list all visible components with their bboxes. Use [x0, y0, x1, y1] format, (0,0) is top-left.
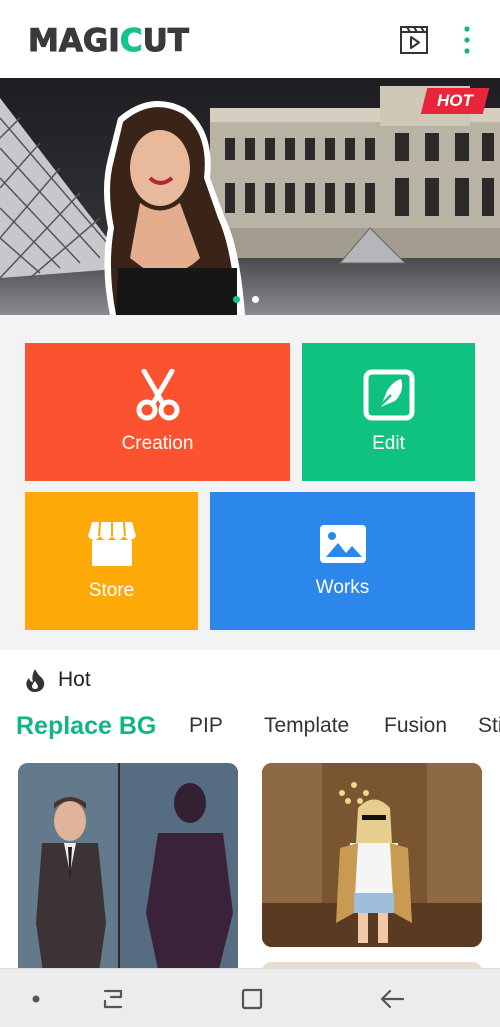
hot-badge-label: HOT — [437, 91, 473, 110]
dot-icon — [32, 995, 40, 1003]
recent-apps-button[interactable] — [99, 985, 127, 1013]
hot-card-replace-bg-1[interactable] — [18, 763, 238, 993]
hot-card-image — [262, 763, 482, 947]
app-logo: MAGI C UT — [28, 22, 190, 60]
tab-pip[interactable]: PIP — [189, 714, 223, 738]
category-tabs: Replace BG PIP Template Fusion Sti — [16, 714, 500, 750]
hot-section-title: Hot — [58, 668, 91, 691]
home-square-icon — [241, 988, 263, 1010]
logo-text-left: MAGI — [28, 23, 121, 60]
shop-icon — [87, 521, 136, 566]
promo-banner-carousel[interactable]: HOT — [0, 78, 500, 315]
feather-edit-icon — [363, 369, 414, 421]
app-screen: MAGI C UT HOT Creation Edit Store Works … — [0, 0, 500, 1027]
works-tile-button[interactable]: Works — [210, 492, 475, 630]
creation-label: Creation — [121, 433, 194, 454]
flame-icon — [26, 669, 45, 692]
image-gallery-icon — [319, 525, 366, 563]
video-clapper-icon — [400, 26, 428, 54]
nav-dot-button[interactable] — [22, 985, 50, 1013]
tab-replace-bg[interactable]: Replace BG — [16, 714, 156, 741]
hot-badge: HOT — [420, 88, 490, 114]
store-label: Store — [88, 580, 135, 601]
logo-text-accent: C — [119, 23, 143, 60]
hot-section-header: Hot — [24, 668, 91, 692]
recent-apps-icon — [103, 989, 123, 1009]
video-tutorial-button[interactable] — [398, 24, 430, 56]
system-navigation-bar — [0, 968, 500, 1027]
carousel-dot-2[interactable] — [252, 296, 259, 303]
top-app-bar: MAGI C UT — [0, 0, 500, 78]
edit-tile-button[interactable]: Edit — [302, 343, 475, 481]
store-tile-button[interactable]: Store — [25, 492, 198, 630]
creation-tile-button[interactable]: Creation — [25, 343, 290, 481]
back-arrow-icon — [380, 989, 405, 1009]
back-button[interactable] — [378, 985, 406, 1013]
more-vert-icon — [464, 26, 470, 54]
tab-sticker[interactable]: Sti — [478, 714, 500, 738]
tab-template[interactable]: Template — [264, 714, 349, 738]
scissors-icon — [136, 369, 179, 421]
tab-fusion[interactable]: Fusion — [384, 714, 447, 738]
hot-card-replace-bg-2[interactable] — [262, 763, 482, 947]
works-label: Works — [315, 577, 370, 598]
carousel-indicator — [233, 296, 259, 303]
logo-text-right: UT — [142, 23, 189, 60]
edit-label: Edit — [372, 433, 405, 454]
hot-card-image — [18, 763, 238, 993]
more-options-button[interactable] — [451, 24, 483, 56]
home-button[interactable] — [238, 985, 266, 1013]
carousel-dot-1[interactable] — [233, 296, 240, 303]
